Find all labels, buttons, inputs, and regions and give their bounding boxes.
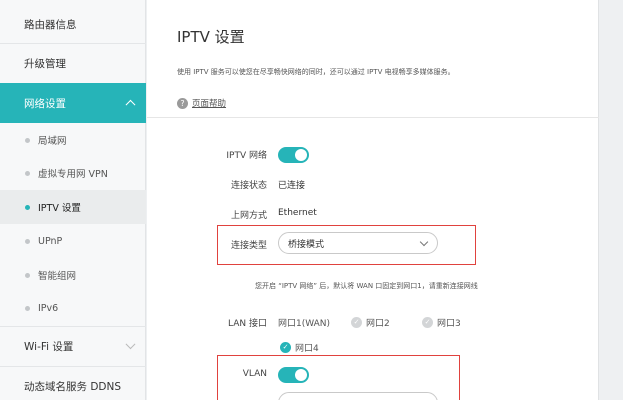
sidebar: 路由器信息 升级管理 网络设置 局域网 虚拟专用网 VPN IPTV 设置 UP… (0, 0, 146, 400)
check-icon: ✓ (280, 342, 291, 353)
vlan-label: VLAN (242, 369, 267, 379)
port-label: 网口4 (295, 344, 319, 354)
bullet-icon (25, 306, 30, 311)
lan-port-label: LAN 接口 (228, 319, 267, 329)
help-link-label: 页面帮助 (192, 99, 227, 109)
sidebar-subitem-mesh[interactable]: 智能组网 (0, 258, 146, 292)
vlan-select-partial[interactable] (278, 392, 438, 400)
iptv-network-label: IPTV 网络 (226, 151, 267, 161)
connection-status-value: 已连接 (278, 181, 306, 191)
sidebar-subitem-lan[interactable]: 局域网 (0, 123, 146, 157)
chevron-down-icon (419, 237, 429, 247)
lan-port-3-checkbox[interactable]: ✓ 网口3 (422, 316, 461, 329)
bullet-icon (25, 138, 30, 143)
lan-port-4-checkbox[interactable]: ✓ 网口4 (280, 341, 319, 354)
connection-type-select[interactable]: 桥接模式 (278, 232, 438, 254)
sidebar-subitem-iptv[interactable]: IPTV 设置 (0, 190, 146, 224)
lan-port-1-wan: 网口1(WAN) (278, 316, 330, 329)
sidebar-subitem-ipv6[interactable]: IPv6 (0, 291, 146, 325)
connection-type-label: 连接类型 (230, 241, 267, 251)
sidebar-item-wifi[interactable]: Wi-Fi 设置 (0, 326, 146, 366)
wan-mode-value: Ethernet (278, 208, 317, 218)
help-link[interactable]: ? 页面帮助 (177, 97, 226, 109)
sidebar-item-ddns[interactable]: 动态域名服务 DDNS (0, 366, 146, 400)
sidebar-item-upgrade[interactable]: 升级管理 (0, 43, 146, 83)
chevron-down-icon (125, 339, 136, 350)
iptv-network-toggle[interactable] (278, 147, 309, 163)
page-title: IPTV 设置 (177, 28, 245, 46)
sidebar-subitem-upnp[interactable]: UPnP (0, 224, 146, 258)
page-description: 使用 IPTV 服务可以使您在尽享畅快网络的同时，还可以通过 IPTV 电视畅享… (177, 68, 455, 76)
bullet-icon (25, 239, 30, 244)
sidebar-subitem-label: IPv6 (38, 302, 59, 314)
sidebar-item-network-settings[interactable]: 网络设置 (0, 83, 146, 123)
check-icon: ✓ (351, 317, 362, 328)
sidebar-item-label: Wi-Fi 设置 (24, 340, 74, 353)
connection-type-value: 桥接模式 (288, 239, 325, 250)
check-icon: ✓ (422, 317, 433, 328)
port-label: 网口3 (437, 319, 461, 329)
connection-status-label: 连接状态 (230, 181, 267, 191)
bullet-icon (25, 205, 30, 210)
sidebar-subitem-label: IPTV 设置 (38, 203, 81, 214)
chevron-up-icon (125, 99, 136, 110)
lan-port-2-checkbox[interactable]: ✓ 网口2 (351, 316, 390, 329)
sidebar-item-label: 动态域名服务 DDNS (24, 380, 122, 393)
vlan-toggle[interactable] (278, 367, 309, 383)
port-label: 网口1(WAN) (278, 319, 331, 329)
sidebar-subitem-label: 智能组网 (38, 271, 77, 282)
sidebar-subitem-label: 局域网 (38, 136, 67, 147)
sidebar-item-label: 升级管理 (24, 57, 66, 70)
wan-mode-label: 上网方式 (230, 211, 267, 221)
divider (147, 117, 599, 118)
bullet-icon (25, 273, 30, 278)
bullet-icon (25, 171, 30, 176)
sidebar-item-label: 网络设置 (24, 97, 66, 110)
sidebar-item-router-info[interactable]: 路由器信息 (0, 4, 146, 44)
wan-port-hint: 您开启 “IPTV 网络” 后，默认将 WAN 口固定到网口1，请重新连接网线 (255, 282, 478, 290)
sidebar-subitem-label: 虚拟专用网 VPN (38, 169, 108, 180)
port-label: 网口2 (366, 319, 390, 329)
main-panel: IPTV 设置 使用 IPTV 服务可以使您在尽享畅快网络的同时，还可以通过 I… (147, 0, 599, 400)
sidebar-subitem-vpn[interactable]: 虚拟专用网 VPN (0, 156, 146, 190)
help-icon: ? (177, 97, 188, 109)
sidebar-subitem-label: UPnP (38, 235, 63, 247)
toggle-knob (295, 149, 307, 161)
toggle-knob (295, 369, 307, 381)
sidebar-item-label: 路由器信息 (24, 18, 77, 31)
